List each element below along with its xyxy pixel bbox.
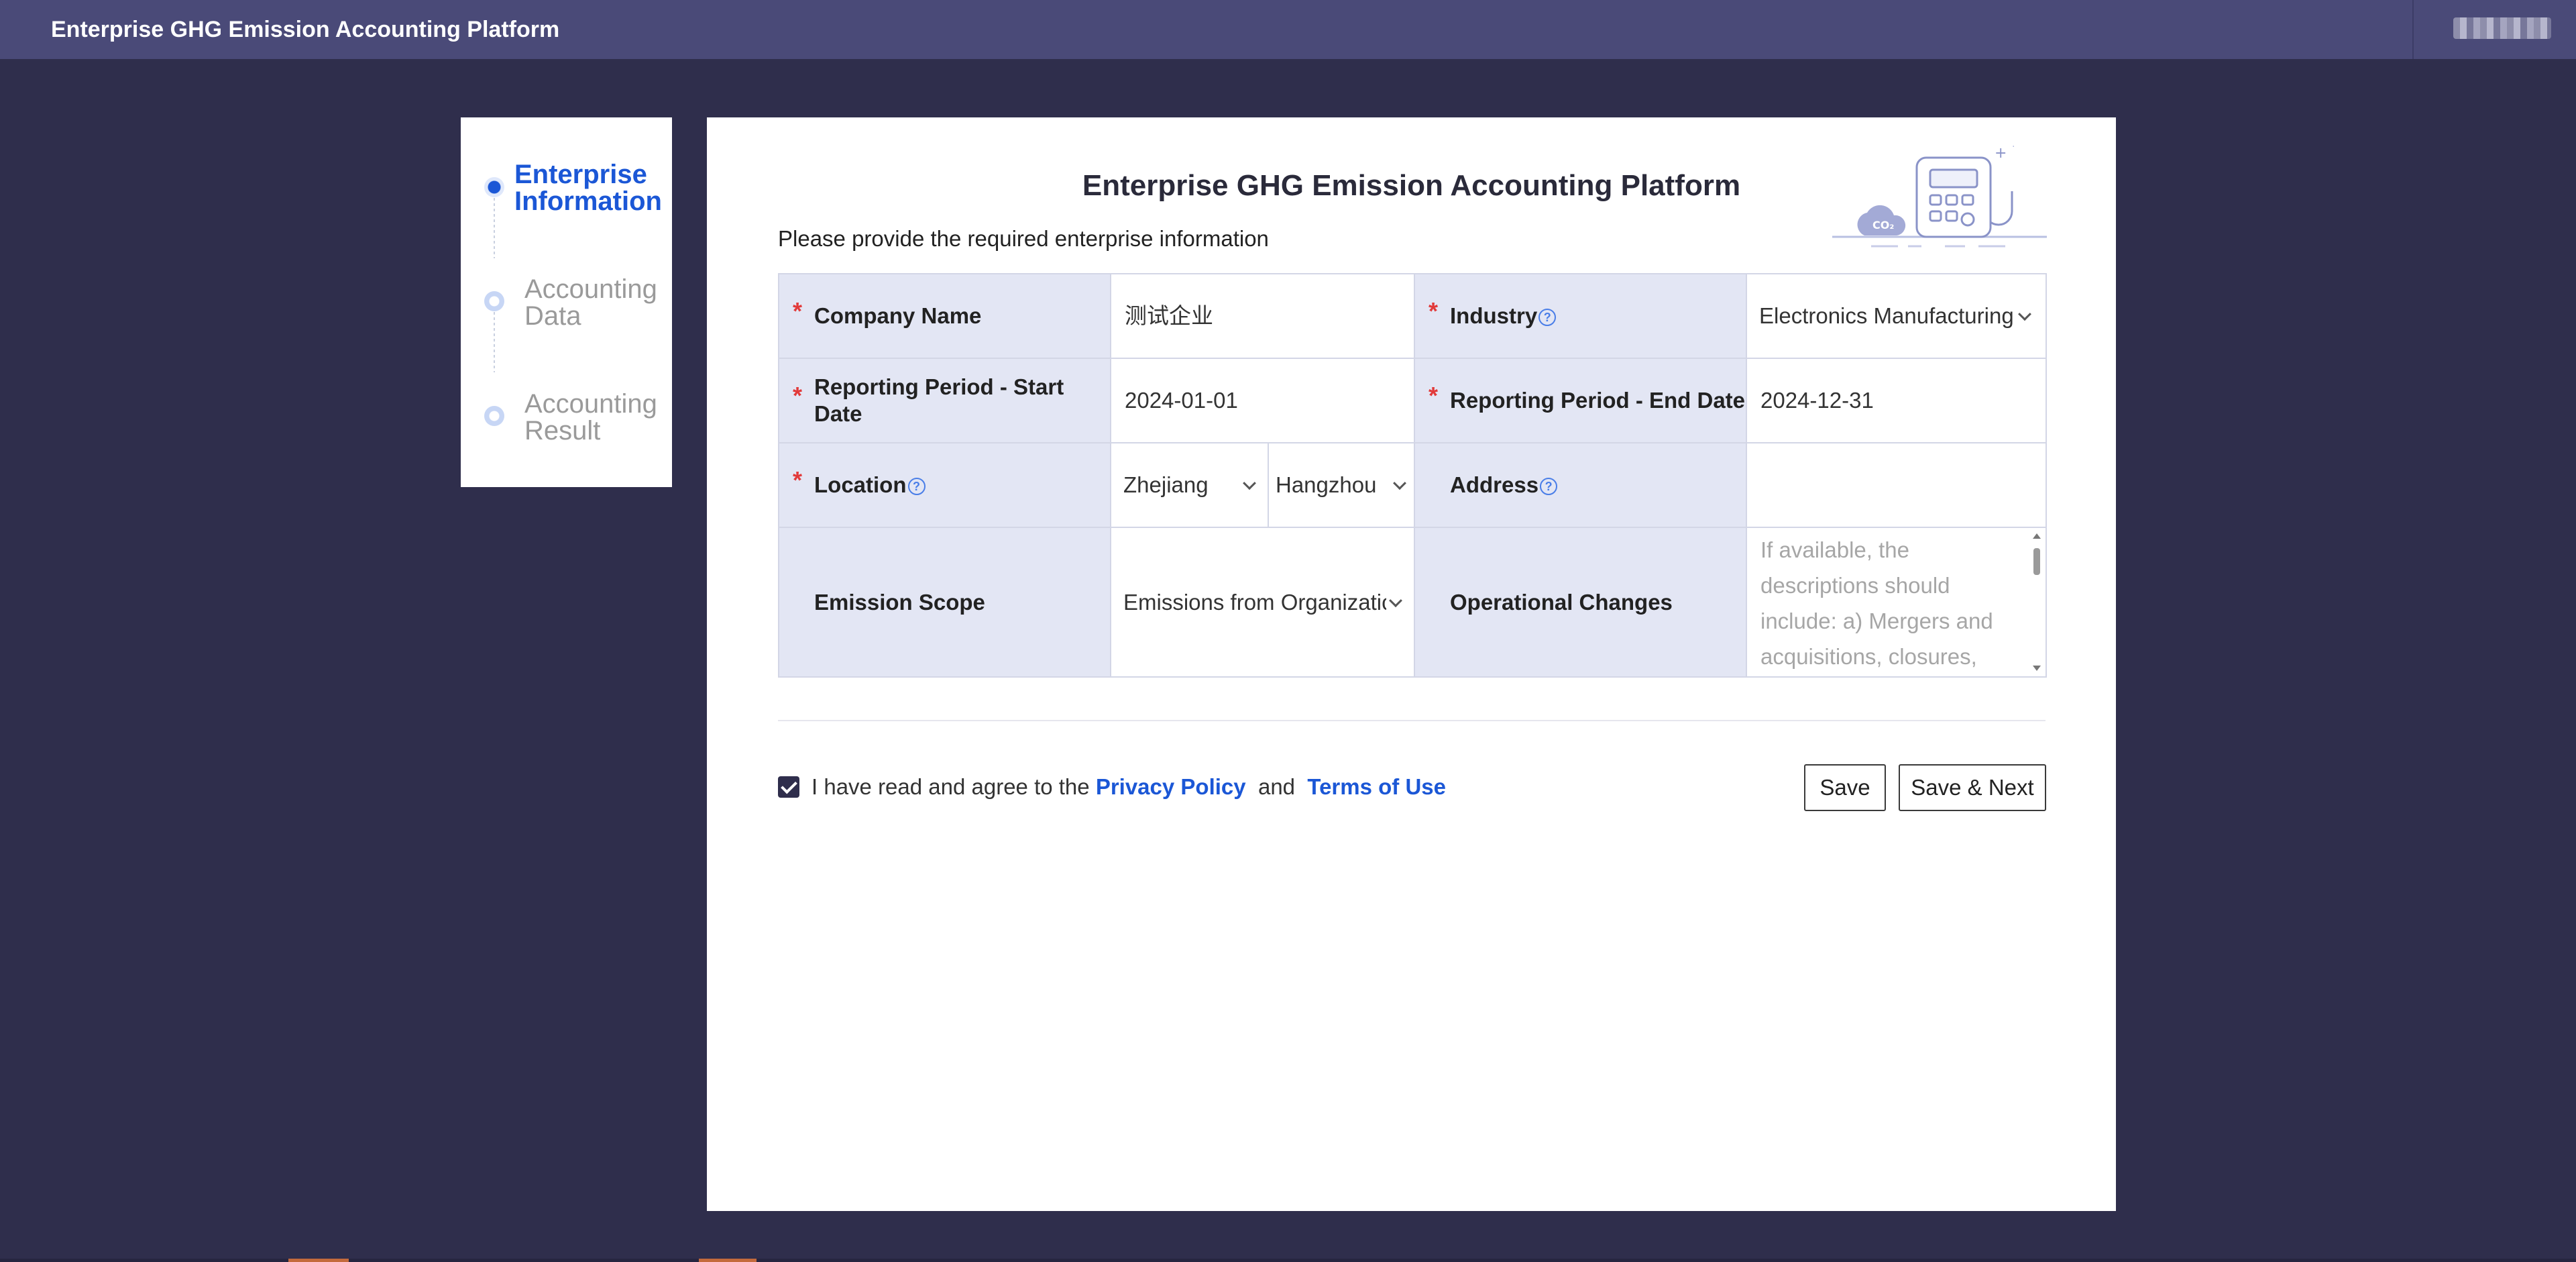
end-date-input[interactable]: 2024-12-31 bbox=[1746, 358, 2047, 443]
agree-checkbox[interactable] bbox=[778, 776, 799, 798]
help-icon[interactable]: ? bbox=[1540, 478, 1558, 496]
scroll-down-icon[interactable] bbox=[2033, 666, 2041, 671]
industry-value: Electronics Manufacturing bbox=[1759, 303, 2014, 328]
help-icon[interactable]: ? bbox=[907, 478, 926, 496]
emission-scope-select[interactable]: Emissions from Organizatic bbox=[1110, 527, 1415, 678]
address-label: Address? bbox=[1415, 472, 1746, 498]
start-date-label: Reporting Period - Start Date bbox=[814, 374, 1064, 426]
required-mark: * bbox=[793, 297, 803, 325]
operational-changes-placeholder: If available, the descriptions should in… bbox=[1760, 537, 1993, 669]
agreement-row: I have read and agree to the Privacy Pol… bbox=[778, 774, 1446, 800]
svg-text:+: + bbox=[1995, 145, 2007, 162]
taskbar-indicator bbox=[288, 1259, 349, 1262]
step-label: Enterprise Information bbox=[514, 160, 662, 216]
step-pending-dot-icon bbox=[484, 406, 504, 426]
chevron-down-icon bbox=[1243, 476, 1256, 490]
textarea-scrollbar[interactable] bbox=[2032, 533, 2041, 671]
city-value: Hangzhou bbox=[1276, 472, 1377, 497]
chevron-down-icon bbox=[1393, 476, 1406, 490]
step-navigator: Enterprise Information Accounting Data A… bbox=[461, 117, 672, 487]
terms-of-use-link[interactable]: Terms of Use bbox=[1307, 774, 1446, 800]
emission-scope-value: Emissions from Organizatic bbox=[1123, 589, 1386, 615]
required-mark: * bbox=[1429, 382, 1439, 409]
operational-changes-label: Operational Changes bbox=[1450, 589, 1673, 615]
taskbar-strip bbox=[0, 1259, 2576, 1262]
section-divider bbox=[778, 720, 2046, 721]
step-pending-dot-icon bbox=[484, 291, 504, 311]
city-select[interactable]: Hangzhou bbox=[1269, 443, 1414, 527]
industry-label: Industry? bbox=[1415, 303, 1746, 329]
industry-label-cell: * Industry? bbox=[1414, 273, 1747, 359]
company-name-value: 测试企业 bbox=[1125, 303, 1213, 328]
required-mark: * bbox=[1429, 297, 1439, 325]
privacy-policy-link[interactable]: Privacy Policy bbox=[1096, 774, 1246, 800]
chevron-down-icon bbox=[2018, 307, 2031, 321]
location-label: Location? bbox=[779, 472, 1110, 498]
help-icon[interactable]: ? bbox=[1538, 309, 1557, 327]
location-selects: Zhejiang Hangzhou bbox=[1110, 442, 1415, 528]
card-subtitle: Please provide the required enterprise i… bbox=[778, 226, 1269, 251]
top-bar-divider bbox=[2412, 0, 2414, 59]
end-date-label: Reporting Period - End Date bbox=[1450, 388, 1746, 413]
required-mark: * bbox=[793, 466, 803, 494]
scroll-up-icon[interactable] bbox=[2033, 533, 2041, 539]
end-date-label-cell: * Reporting Period - End Date bbox=[1414, 358, 1747, 443]
address-input[interactable] bbox=[1746, 442, 2047, 528]
address-label-cell: Address? bbox=[1414, 442, 1747, 528]
province-select[interactable]: Zhejiang bbox=[1111, 443, 1269, 527]
taskbar-indicator bbox=[699, 1259, 757, 1262]
save-and-next-button[interactable]: Save & Next bbox=[1899, 764, 2046, 811]
svg-text:CO₂: CO₂ bbox=[1872, 219, 1894, 231]
company-name-label: Company Name bbox=[814, 303, 982, 328]
step-label: Accounting Data bbox=[524, 274, 657, 331]
agreement-and-text: and bbox=[1245, 774, 1308, 799]
industry-select[interactable]: Electronics Manufacturing bbox=[1746, 273, 2047, 359]
company-name-label-cell: * Company Name bbox=[778, 273, 1111, 359]
step-active-dot-icon bbox=[484, 177, 504, 197]
location-label-cell: * Location? bbox=[778, 442, 1111, 528]
step-connector bbox=[494, 198, 495, 258]
start-date-value: 2024-01-01 bbox=[1125, 388, 1238, 413]
emission-scope-label-cell: Emission Scope bbox=[778, 527, 1111, 678]
agreement-text: I have read and agree to the bbox=[811, 774, 1096, 799]
emission-scope-label: Emission Scope bbox=[814, 589, 985, 615]
required-mark: * bbox=[793, 382, 803, 409]
company-name-input[interactable]: 测试企业 bbox=[1110, 273, 1415, 359]
calculator-co2-illustration-icon: CO₂ + · bbox=[1832, 144, 2047, 248]
enterprise-info-card: Enterprise GHG Emission Accounting Platf… bbox=[707, 117, 2116, 1211]
province-value: Zhejiang bbox=[1123, 472, 1209, 497]
top-bar: Enterprise GHG Emission Accounting Platf… bbox=[0, 0, 2576, 59]
operational-changes-textarea[interactable]: If available, the descriptions should in… bbox=[1746, 527, 2047, 678]
app-title: Enterprise GHG Emission Accounting Platf… bbox=[51, 17, 560, 42]
start-date-label-cell: * Reporting Period - Start Date bbox=[778, 358, 1111, 443]
end-date-value: 2024-12-31 bbox=[1760, 388, 1874, 413]
chevron-down-icon bbox=[1389, 593, 1402, 607]
scroll-thumb[interactable] bbox=[2033, 548, 2040, 575]
operational-changes-label-cell: Operational Changes bbox=[1414, 527, 1747, 678]
start-date-input[interactable]: 2024-01-01 bbox=[1110, 358, 1415, 443]
step-connector bbox=[494, 312, 495, 372]
svg-text:·: · bbox=[2012, 144, 2015, 152]
save-button[interactable]: Save bbox=[1804, 764, 1886, 811]
user-avatar[interactable] bbox=[2453, 17, 2551, 39]
step-label: Accounting Result bbox=[524, 389, 657, 445]
enterprise-info-form: * Company Name 测试企业 * Industry? Electron… bbox=[778, 273, 2047, 678]
